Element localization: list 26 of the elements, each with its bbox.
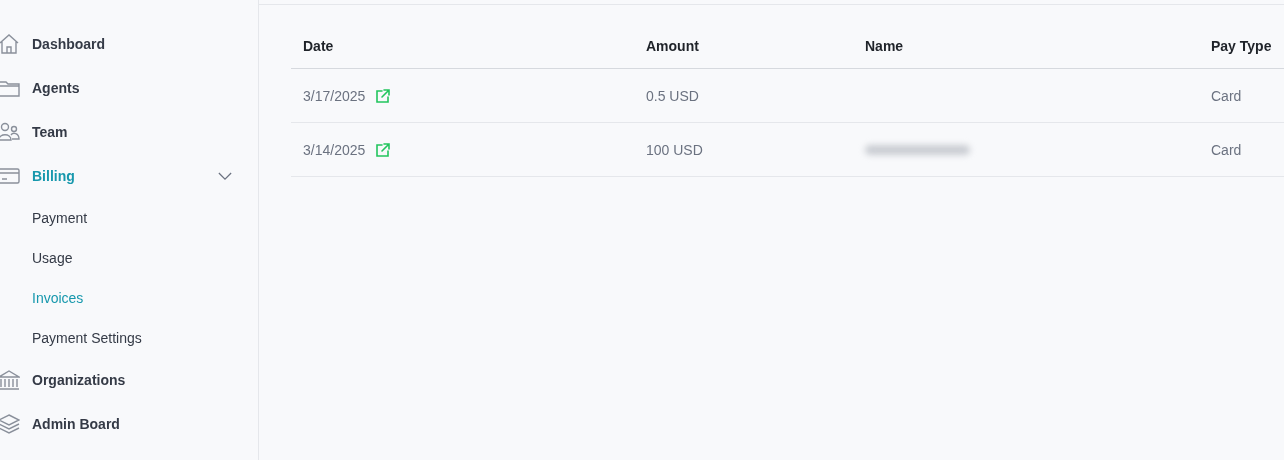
bank-icon	[0, 369, 20, 391]
sidebar-item[interactable]: Admin Board	[0, 402, 258, 446]
credit-card-icon	[0, 165, 20, 187]
column-header: Name	[864, 37, 905, 54]
date-text: 3/14/2025	[303, 141, 366, 158]
sidebar-item[interactable]: Agents	[0, 66, 258, 110]
sidebar-item[interactable]: Dashboard	[0, 22, 258, 66]
table-cell: Card	[1211, 141, 1242, 158]
people-icon	[0, 121, 20, 143]
layers-icon	[0, 413, 20, 435]
sidebar-item[interactable]: Organizations	[0, 358, 258, 402]
table-cell: Card	[1211, 87, 1242, 104]
date-text: 3/17/2025	[303, 87, 366, 104]
sidebar-item[interactable]: Team	[0, 110, 258, 154]
external-link-icon[interactable]	[375, 87, 392, 104]
sidebar-subitem[interactable]: Usage	[32, 238, 73, 278]
table-cell: 100 USD	[646, 141, 703, 158]
house-icon	[0, 33, 20, 55]
column-header: Date	[302, 37, 335, 54]
column-header: Amount	[645, 37, 700, 54]
table-cell: 0.5 USD	[646, 87, 699, 104]
chevron-icon[interactable]	[218, 171, 232, 181]
column-header: Pay Type	[1210, 37, 1273, 54]
external-link-icon[interactable]	[375, 141, 392, 158]
sidebar-subitem[interactable]: Payment Settings	[32, 318, 142, 358]
sidebar-subitem[interactable]: Payment	[32, 198, 88, 238]
